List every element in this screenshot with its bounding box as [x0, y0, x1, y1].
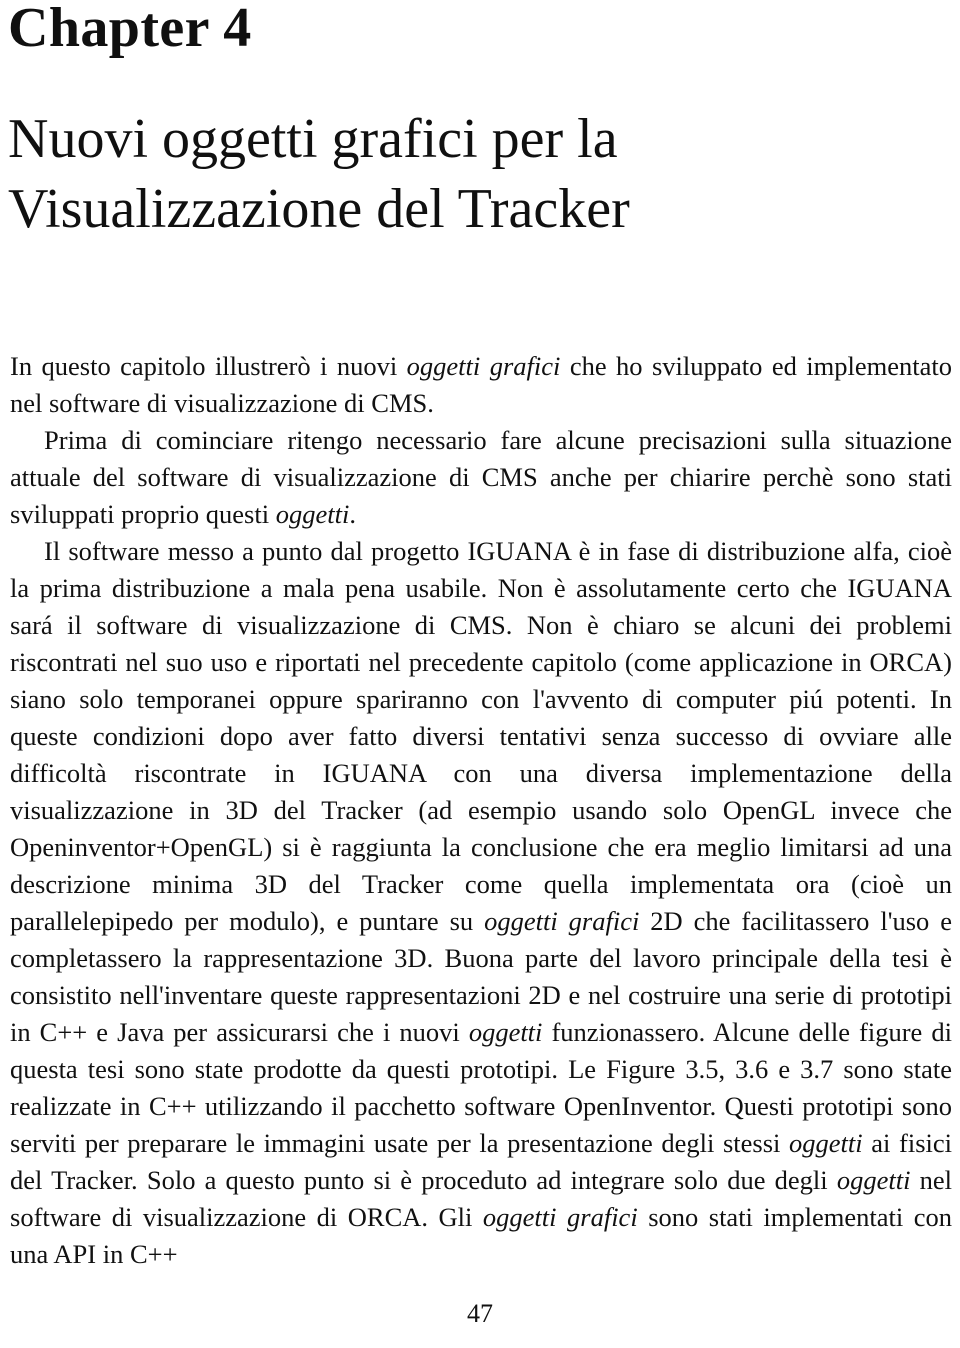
emphasised-term: oggetti	[789, 1128, 863, 1158]
chapter-heading-block: Chapter 4 Nuovi oggetti grafici per la V…	[8, 0, 952, 282]
chapter-title: Nuovi oggetti grafici per la Visualizzaz…	[8, 104, 708, 244]
chapter-title-line-2: Visualizzazione del Tracker	[8, 178, 630, 240]
chapter-title-line-1: Nuovi oggetti grafici per la	[8, 108, 618, 170]
page-number: 47	[467, 1299, 493, 1328]
emphasised-term: oggetti	[275, 499, 350, 529]
emphasised-term: oggetti	[836, 1165, 911, 1195]
paragraph-1: In questo capitolo illustrerò i nuovi og…	[10, 351, 952, 418]
paragraph-3: Il software messo a punto dal progetto I…	[10, 536, 952, 1269]
emphasised-term: oggetti grafici	[484, 906, 640, 936]
chapter-number: Chapter 4	[8, 0, 252, 59]
document-page: Chapter 4 Nuovi oggetti grafici per la V…	[0, 0, 960, 1348]
body-text: In questo capitolo illustrerò i nuovi og…	[10, 348, 952, 1273]
emphasised-term: oggetti grafici	[482, 1202, 638, 1232]
emphasised-term: oggetti	[468, 1017, 543, 1047]
emphasised-term: oggetti grafici	[406, 351, 561, 381]
paragraph-2: Prima di cominciare ritengo necessario f…	[10, 425, 952, 529]
